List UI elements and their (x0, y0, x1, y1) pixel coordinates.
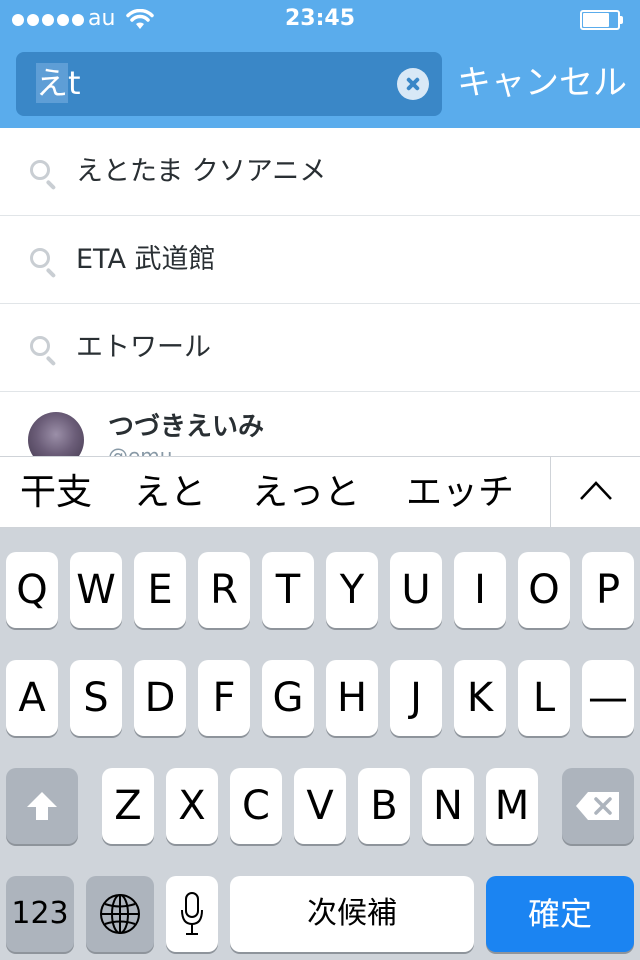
avatar (28, 412, 84, 456)
next-candidate-key[interactable]: 次候補 (230, 876, 474, 952)
key-x[interactable]: X (166, 768, 218, 844)
battery-icon (580, 10, 624, 30)
user-result-item[interactable]: つづきえいみ @emu... (0, 392, 640, 456)
status-bar: au 23:45 (0, 0, 640, 40)
key-r[interactable]: R (198, 552, 250, 628)
key-s[interactable]: S (70, 660, 122, 736)
key-q[interactable]: Q (6, 552, 58, 628)
dictation-key[interactable] (166, 876, 218, 952)
shift-arrow-icon (27, 792, 57, 820)
key-a[interactable]: A (6, 660, 58, 736)
suggestion-label: ETA 武道館 (76, 244, 216, 275)
key-g[interactable]: G (262, 660, 314, 736)
search-icon (30, 248, 58, 279)
suggestion-label: エトワール (76, 332, 211, 363)
key-y[interactable]: Y (326, 552, 378, 628)
key-o[interactable]: O (518, 552, 570, 628)
key-d[interactable]: D (134, 660, 186, 736)
chevron-up-icon (580, 481, 612, 500)
status-time: 23:45 (284, 6, 356, 31)
key-i[interactable]: I (454, 552, 506, 628)
shift-key[interactable] (6, 768, 78, 844)
search-icon (30, 336, 58, 367)
clear-search-icon[interactable] (397, 68, 429, 100)
search-query-composing-text: t (68, 64, 81, 102)
globe-key[interactable] (86, 876, 154, 952)
numbers-key[interactable]: 123 (6, 876, 74, 952)
suggestion-label: えとたま クソアニメ (76, 156, 327, 187)
search-header: au 23:45 え t キャンセル (0, 0, 640, 128)
conversion-candidate-bar: 干支 えと えっと エッチ (0, 456, 640, 528)
key-z[interactable]: Z (102, 768, 154, 844)
confirm-key[interactable]: 確定 (486, 876, 634, 952)
key-w[interactable]: W (70, 552, 122, 628)
search-input[interactable]: え t (16, 52, 442, 116)
key-n[interactable]: N (422, 768, 474, 844)
candidate-item[interactable]: エッチ (406, 465, 514, 521)
search-icon (30, 160, 58, 191)
key-k[interactable]: K (454, 660, 506, 736)
globe-icon (100, 894, 140, 934)
candidate-item[interactable]: 干支 (20, 465, 92, 521)
key-c[interactable]: C (230, 768, 282, 844)
suggestion-item[interactable]: えとたま クソアニメ (0, 128, 640, 216)
cancel-button[interactable]: キャンセル (452, 58, 632, 108)
candidate-item[interactable]: えっと (252, 465, 360, 521)
key-j[interactable]: J (390, 660, 442, 736)
key-l[interactable]: L (518, 660, 570, 736)
search-query: え t (36, 63, 81, 103)
key-t[interactable]: T (262, 552, 314, 628)
search-suggestions: えとたま クソアニメ ETA 武道館 エトワール (0, 128, 640, 392)
key-m[interactable]: M (486, 768, 538, 844)
key-v[interactable]: V (294, 768, 346, 844)
suggestion-item[interactable]: エトワール (0, 304, 640, 392)
key-h[interactable]: H (326, 660, 378, 736)
suggestion-item[interactable]: ETA 武道館 (0, 216, 640, 304)
key-long-dash[interactable]: — (582, 660, 634, 736)
key-e[interactable]: E (134, 552, 186, 628)
search-query-marked-text: え (36, 63, 69, 103)
key-p[interactable]: P (582, 552, 634, 628)
user-handle: @emu... (108, 444, 192, 456)
key-f[interactable]: F (198, 660, 250, 736)
microphone-icon (181, 892, 203, 935)
candidate-item[interactable]: えと (134, 465, 206, 521)
user-display-name: つづきえいみ (108, 412, 265, 442)
backspace-icon (576, 792, 619, 820)
keyboard: Q W E R T Y U I O P A S D F G H J K L — … (0, 528, 640, 960)
expand-candidates-button[interactable] (551, 457, 640, 527)
delete-key[interactable] (562, 768, 634, 844)
key-b[interactable]: B (358, 768, 410, 844)
key-u[interactable]: U (390, 552, 442, 628)
